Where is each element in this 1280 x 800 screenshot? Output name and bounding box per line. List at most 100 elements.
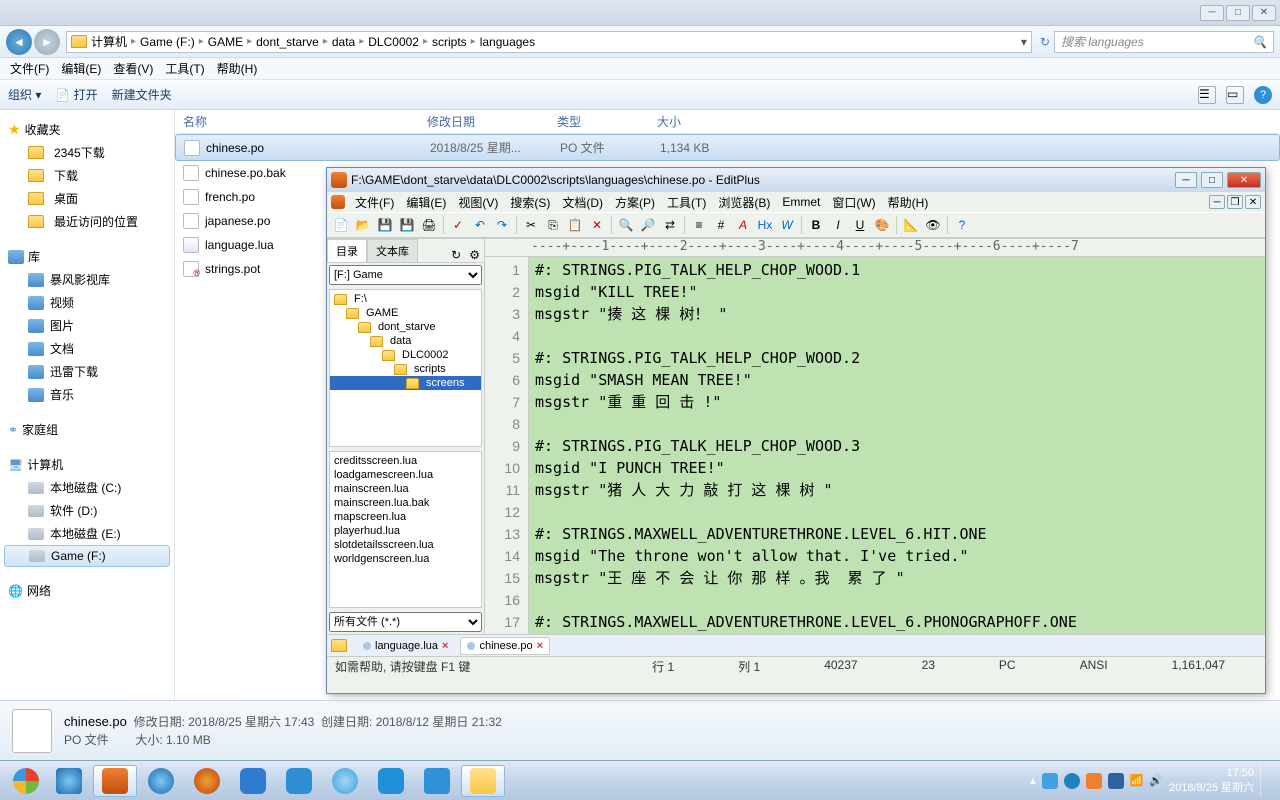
close-tab-icon[interactable]: × bbox=[442, 640, 448, 652]
font-icon[interactable]: A bbox=[733, 215, 753, 235]
print-icon[interactable]: 🖨 bbox=[419, 215, 439, 235]
task-firefox[interactable] bbox=[185, 765, 229, 797]
editplus-titlebar[interactable]: F:\GAME\dont_starve\data\DLC0002\scripts… bbox=[327, 168, 1265, 192]
col-name[interactable]: 名称 bbox=[183, 113, 427, 130]
ep-maximize-button[interactable]: □ bbox=[1201, 172, 1223, 188]
nav-item[interactable]: 最近访问的位置 bbox=[4, 210, 170, 233]
file-row[interactable]: chinese.po2018/8/25 星期...PO 文件1,134 KB bbox=[175, 134, 1280, 161]
nav-item[interactable]: 软件 (D:) bbox=[4, 499, 170, 522]
nav-item[interactable]: 文档 bbox=[4, 337, 170, 360]
underline-icon[interactable]: U bbox=[850, 215, 870, 235]
task-ie2[interactable] bbox=[139, 765, 183, 797]
new-folder-button[interactable]: 新建文件夹 bbox=[112, 86, 172, 103]
breadcrumb-segment[interactable]: dont_starve bbox=[256, 35, 319, 49]
cut-icon[interactable]: ✂ bbox=[521, 215, 541, 235]
side-file-item[interactable]: creditsscreen.lua bbox=[332, 454, 479, 468]
ep-menu-item[interactable]: 文档(D) bbox=[556, 194, 609, 211]
tray-icon[interactable] bbox=[1042, 773, 1058, 789]
palette-icon[interactable]: 🎨 bbox=[872, 215, 892, 235]
tool1-icon[interactable]: 📐 bbox=[901, 215, 921, 235]
hex-icon[interactable]: Hx bbox=[755, 215, 775, 235]
browser-icon[interactable]: W bbox=[777, 215, 797, 235]
preview-icon[interactable]: ▭ bbox=[1226, 86, 1244, 104]
libraries-header[interactable]: 库 bbox=[4, 245, 170, 268]
tool2-icon[interactable]: 👁 bbox=[923, 215, 943, 235]
task-qq[interactable] bbox=[323, 765, 367, 797]
side-file-item[interactable]: slotdetailsscreen.lua bbox=[332, 538, 479, 552]
replace-icon[interactable]: ⇄ bbox=[660, 215, 680, 235]
folder-tree[interactable]: F:\GAMEdont_starvedataDLC0002scriptsscre… bbox=[329, 289, 482, 447]
nav-item[interactable]: 迅雷下载 bbox=[4, 360, 170, 383]
find-icon[interactable]: 🔍 bbox=[616, 215, 636, 235]
config-dir-icon[interactable]: ⚙ bbox=[465, 248, 484, 262]
task-explorer[interactable] bbox=[461, 765, 505, 797]
doc-tab[interactable]: language.lua× bbox=[357, 638, 454, 654]
open-file-icon[interactable]: 📂 bbox=[353, 215, 373, 235]
find-files-icon[interactable]: 🔎 bbox=[638, 215, 658, 235]
minimize-button[interactable]: ─ bbox=[1200, 5, 1224, 21]
side-file-item[interactable]: mainscreen.lua bbox=[332, 482, 479, 496]
new-file-icon[interactable]: 📄 bbox=[331, 215, 351, 235]
maximize-button[interactable]: □ bbox=[1226, 5, 1250, 21]
view-icon[interactable]: ☰ bbox=[1198, 86, 1216, 104]
filter-select[interactable]: 所有文件 (*.*) bbox=[329, 612, 482, 632]
doc-tab[interactable]: chinese.po× bbox=[460, 637, 550, 655]
close-button[interactable]: ✕ bbox=[1252, 5, 1276, 21]
col-type[interactable]: 类型 bbox=[557, 113, 657, 130]
ep-menu-item[interactable]: 浏览器(B) bbox=[712, 194, 776, 211]
tree-item[interactable]: GAME bbox=[330, 306, 481, 320]
system-tray[interactable]: ▴ 📶 🔊 17:50 2018/8/25 星期六 bbox=[1030, 765, 1274, 797]
menu-item[interactable]: 文件(F) bbox=[4, 60, 55, 77]
spell-icon[interactable]: ✓ bbox=[448, 215, 468, 235]
dir-tab[interactable]: 目录 bbox=[327, 239, 367, 262]
breadcrumb-segment[interactable]: data bbox=[332, 35, 355, 49]
folder-icon[interactable] bbox=[331, 639, 347, 652]
tree-item[interactable]: dont_starve bbox=[330, 320, 481, 334]
tree-item[interactable]: F:\ bbox=[330, 292, 481, 306]
volume-icon[interactable]: 🔊 bbox=[1149, 774, 1163, 787]
nav-item[interactable]: 桌面 bbox=[4, 187, 170, 210]
network-header[interactable]: 🌐网络 bbox=[4, 579, 170, 602]
ep-menu-item[interactable]: 窗口(W) bbox=[826, 194, 881, 211]
breadcrumb-segment[interactable]: Game (F:) bbox=[140, 35, 195, 49]
tree-item[interactable]: scripts bbox=[330, 362, 481, 376]
refresh-dir-icon[interactable]: ↻ bbox=[447, 248, 465, 262]
drive-select[interactable]: [F:] Game bbox=[329, 265, 482, 285]
computer-header[interactable]: 🖥计算机 bbox=[4, 453, 170, 476]
nav-item[interactable]: 2345下载 bbox=[4, 141, 170, 164]
column-headers[interactable]: 名称 修改日期 类型 大小 bbox=[175, 110, 1280, 134]
tree-item[interactable]: screens bbox=[330, 376, 481, 390]
menu-item[interactable]: 查看(V) bbox=[107, 60, 159, 77]
undo-icon[interactable]: ↶ bbox=[470, 215, 490, 235]
bold-icon[interactable]: B bbox=[806, 215, 826, 235]
task-app2[interactable] bbox=[277, 765, 321, 797]
task-media[interactable] bbox=[415, 765, 459, 797]
back-button[interactable]: ◄ bbox=[6, 29, 32, 55]
lib-tab[interactable]: 文本库 bbox=[367, 239, 418, 262]
ep-menu-item[interactable]: 搜索(S) bbox=[504, 194, 556, 211]
save-icon[interactable]: 💾 bbox=[375, 215, 395, 235]
save-all-icon[interactable]: 💾 bbox=[397, 215, 417, 235]
tree-item[interactable]: DLC0002 bbox=[330, 348, 481, 362]
ep-menu-item[interactable]: 工具(T) bbox=[661, 194, 712, 211]
col-size[interactable]: 大小 bbox=[657, 113, 681, 130]
menu-item[interactable]: 帮助(H) bbox=[211, 60, 264, 77]
copy-icon[interactable]: ⎘ bbox=[543, 215, 563, 235]
nav-item[interactable]: 下载 bbox=[4, 164, 170, 187]
paste-icon[interactable]: 📋 bbox=[565, 215, 585, 235]
tray-icon[interactable] bbox=[1108, 773, 1124, 789]
help-icon[interactable]: ? bbox=[952, 215, 972, 235]
forward-button[interactable]: ► bbox=[34, 29, 60, 55]
breadcrumb-segment[interactable]: DLC0002 bbox=[368, 35, 419, 49]
homegroup-header[interactable]: ⚭家庭组 bbox=[4, 418, 170, 441]
nav-item[interactable]: 音乐 bbox=[4, 383, 170, 406]
help-icon[interactable]: ? bbox=[1254, 86, 1272, 104]
open-button[interactable]: 📄 打开 bbox=[55, 86, 97, 103]
side-file-item[interactable]: playerhud.lua bbox=[332, 524, 479, 538]
nav-item[interactable]: 本地磁盘 (C:) bbox=[4, 476, 170, 499]
search-input[interactable]: 搜索 languages 🔍 bbox=[1054, 31, 1274, 53]
refresh-icon[interactable]: ↻ bbox=[1040, 35, 1050, 49]
breadcrumb-segment[interactable]: GAME bbox=[208, 35, 243, 49]
nav-item[interactable]: Game (F:) bbox=[4, 545, 170, 567]
side-file-item[interactable]: worldgenscreen.lua bbox=[332, 552, 479, 566]
